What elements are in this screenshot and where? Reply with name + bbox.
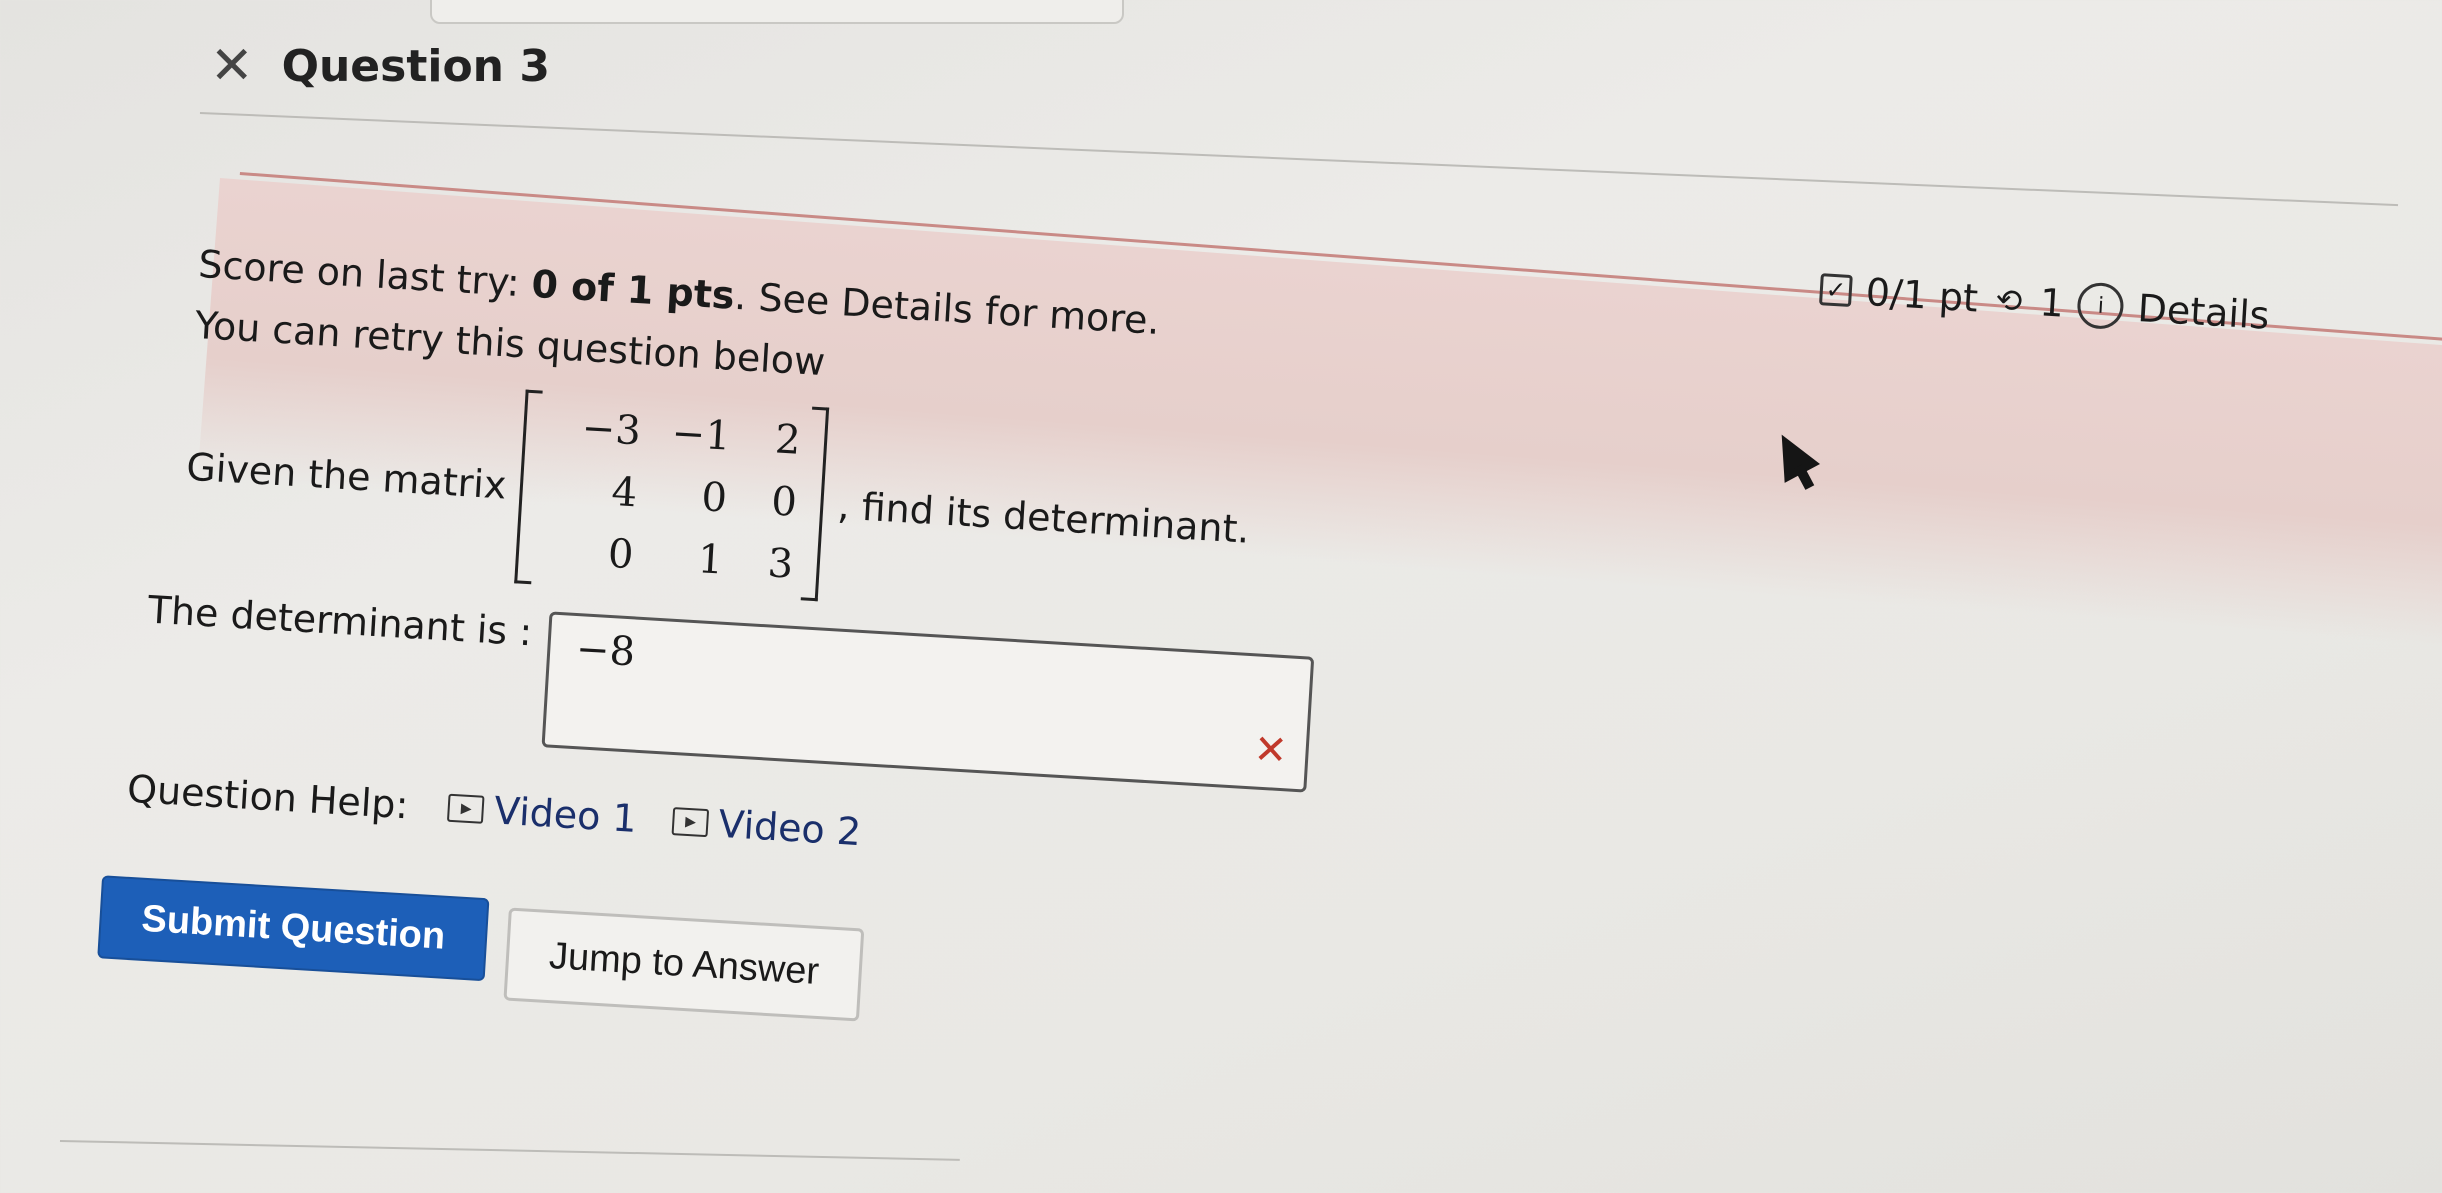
- matrix-cell: 0: [606, 530, 635, 579]
- question-header: ✕ Question 3: [210, 40, 550, 92]
- submit-question-button[interactable]: Submit Question: [97, 875, 490, 982]
- bottom-divider: [59, 1140, 960, 1161]
- matrix-cell: 3: [766, 540, 795, 588]
- action-buttons: Submit Question Jump to Answer: [96, 875, 865, 1022]
- header-divider: [199, 112, 2399, 207]
- matrix-cell: 0: [700, 474, 729, 522]
- help-label: Question Help:: [126, 766, 410, 828]
- points-text: 0/1 pt: [1864, 269, 1980, 321]
- answer-value: −8: [574, 626, 637, 676]
- matrix-cell: −1: [670, 410, 732, 460]
- answer-label: The determinant is :: [146, 587, 534, 655]
- video-2-label: Video 2: [717, 801, 863, 855]
- matrix-cell: 1: [696, 536, 725, 584]
- video-icon: ▶: [447, 793, 486, 824]
- video-2-link[interactable]: ▶ Video 2: [671, 799, 862, 854]
- answer-input[interactable]: −8 ✕: [541, 611, 1314, 793]
- video-1-link[interactable]: ▶ Video 1: [447, 786, 638, 841]
- score-value: 0 of 1 pts: [530, 261, 736, 318]
- matrix-cell: −3: [580, 405, 643, 455]
- matrix-cell: 2: [773, 416, 802, 464]
- retries-count: 1: [2038, 280, 2066, 326]
- checkbox-icon: ✓: [1818, 273, 1853, 308]
- incorrect-icon: ✕: [1252, 726, 1289, 775]
- top-tab: [430, 0, 1124, 24]
- jump-to-answer-button[interactable]: Jump to Answer: [503, 907, 865, 1022]
- matrix-cell: 0: [770, 478, 799, 526]
- info-icon[interactable]: i: [2076, 281, 2126, 331]
- video-1-label: Video 1: [492, 788, 638, 841]
- problem-prefix: Given the matrix: [185, 444, 508, 508]
- matrix-cell: 4: [610, 468, 639, 517]
- matrix: −3 −1 2 4 0 0 0 1 3: [514, 389, 830, 602]
- video-icon: ▶: [671, 807, 710, 838]
- retry-icon: ⟲: [1994, 280, 2024, 321]
- details-link[interactable]: Details: [2137, 286, 2271, 338]
- question-help: Question Help: ▶ Video 1 ▶ Video 2: [126, 767, 886, 856]
- problem-suffix: , find its determinant.: [836, 483, 1251, 552]
- close-icon[interactable]: ✕: [210, 40, 254, 92]
- question-title: Question 3: [281, 40, 550, 92]
- matrix-grid: −3 −1 2 4 0 0 0 1 3: [532, 391, 813, 601]
